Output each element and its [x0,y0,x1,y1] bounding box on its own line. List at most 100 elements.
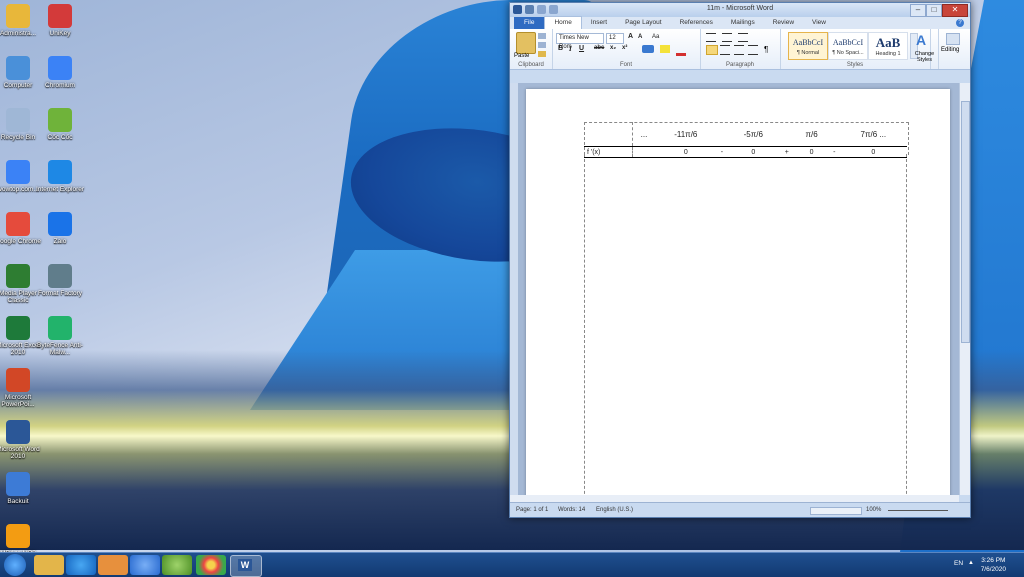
sign-table[interactable]: ... -11π/6 -5π/6 π/6 7π/6 ... f '(x) 0 -… [584,122,907,158]
desktop-icon[interactable]: ByteFence Anti-Malw... [34,316,86,356]
style-normal[interactable]: AaBbCcI ¶ Normal [788,32,828,60]
editing-button[interactable]: Editing [941,47,959,53]
excel-icon [6,316,30,340]
table-cell[interactable]: -5π/6 [727,122,780,147]
font-name-box[interactable]: Times New Rom [556,33,604,50]
table-cell[interactable]: -11π/6 [655,122,717,147]
desktop-icon[interactable]: MP4 to MP3 Converter [0,524,44,552]
align-left-icon[interactable] [706,45,718,55]
desktop-icon[interactable]: Internet Explorer [34,160,86,193]
tab-mailings[interactable]: Mailings [722,17,764,29]
coccoc-taskbar-icon[interactable] [162,555,192,575]
strikethrough-button[interactable]: abc [594,45,604,51]
tab-page-layout[interactable]: Page Layout [616,17,671,29]
tab-file[interactable]: File [514,17,545,29]
table-cell[interactable]: 7π/6 ... [839,122,907,147]
grow-font-button[interactable]: A [628,33,633,40]
paragraph-group-label: Paragraph [725,62,755,68]
table-cell[interactable] [584,122,633,147]
view-buttons[interactable] [810,507,862,515]
desktop-icon[interactable]: Microsoft PowerPoi... [0,368,44,408]
desktop-icon[interactable]: Chromium [34,56,86,89]
find-icon[interactable] [946,33,960,45]
start-button[interactable] [4,554,26,576]
format-painter-icon[interactable] [538,51,546,57]
desktop-icon[interactable]: Backuit [0,472,44,505]
maximize-button[interactable]: □ [926,4,942,17]
powerpoint-icon [6,368,30,392]
zalo-icon [48,212,72,236]
table-cell[interactable] [716,122,728,147]
cut-icon[interactable] [538,33,546,39]
underline-button[interactable]: U [579,45,584,52]
table-cell[interactable]: ... [632,122,655,147]
bullets-icon[interactable] [706,33,716,42]
tab-view[interactable]: View [803,17,835,29]
zoom-slider[interactable] [888,510,948,511]
page-count[interactable]: Page: 1 of 1 [516,507,548,513]
subscript-button[interactable]: x₂ [610,45,616,51]
close-button[interactable]: ✕ [942,4,968,17]
style-no-spacing[interactable]: AaBbCcI ¶ No Spaci... [828,32,868,60]
language-indicator[interactable]: EN [954,560,963,567]
horizontal-scrollbar[interactable] [510,495,959,502]
desktop-icon[interactable]: UniKey [34,4,86,37]
style-heading-1-sample: AaB [875,35,901,50]
shrink-font-button[interactable]: A [638,34,642,40]
style-heading-1-label: Heading 1 [875,51,901,57]
change-case-button[interactable]: Aa [652,34,659,40]
table-cell[interactable] [828,122,840,147]
unikey-icon [48,4,72,28]
word-taskbar-icon[interactable]: W [230,555,262,577]
show-marks-icon[interactable]: ¶ [764,45,768,54]
font-size-box[interactable]: 12 [606,33,624,44]
italic-button[interactable]: I [569,45,572,53]
tray-arrow-icon[interactable]: ▲ [968,560,974,566]
copy-icon[interactable] [538,42,546,48]
desktop-icon[interactable]: Microsoft Word 2010 [0,420,44,460]
document-page[interactable]: ... -11π/6 -5π/6 π/6 7π/6 ... f '(x) 0 -… [526,89,950,495]
table-cell[interactable]: π/6 [794,122,829,147]
desktop-icon[interactable]: Zalo [34,212,86,245]
numbering-icon[interactable] [722,33,732,42]
minimize-button[interactable]: – [910,4,926,17]
desktop-icon[interactable]: Format Factory [34,264,86,297]
chrome-taskbar-icon[interactable] [196,555,226,575]
tab-home[interactable]: Home [544,16,582,29]
style-heading-1[interactable]: AaB Heading 1 [868,32,908,60]
align-center-icon[interactable] [720,45,730,55]
language-indicator[interactable]: English (U.S.) [596,507,633,513]
align-right-icon[interactable] [734,45,744,55]
explorer-taskbar-icon[interactable] [34,555,64,575]
font-color-icon[interactable] [676,45,686,56]
highlight-icon[interactable] [660,45,670,53]
tab-review[interactable]: Review [764,17,803,29]
multilevel-list-icon[interactable] [738,33,748,42]
tab-references[interactable]: References [671,17,722,29]
desktop-icon[interactable]: Cốc Cốc [34,108,86,141]
change-styles-button[interactable]: Change Styles [911,51,938,63]
help-icon[interactable]: ? [956,19,964,27]
vertical-ruler [510,83,518,495]
media-player-taskbar-icon[interactable] [98,555,128,575]
justify-icon[interactable] [748,45,758,55]
zoom-level[interactable]: 100% [866,507,881,513]
paste-icon[interactable] [516,32,536,54]
scrollbar-thumb[interactable] [961,101,970,343]
text-effects-icon[interactable] [642,45,654,53]
clock[interactable]: 3:26 PM 7/6/2020 [981,556,1006,574]
clipboard-group-label: Clipboard [518,62,544,68]
chromium-taskbar-icon[interactable] [130,555,160,575]
change-styles-icon[interactable]: A [916,32,926,48]
vertical-scrollbar[interactable] [959,83,970,495]
table-cell[interactable] [779,122,795,147]
bold-button[interactable]: B [558,45,563,52]
superscript-button[interactable]: x² [622,45,627,51]
chrome-icon [6,212,30,236]
word-count[interactable]: Words: 14 [558,507,585,513]
tab-insert[interactable]: Insert [582,17,616,29]
style-no-spacing-sample: AaBbCcI [832,38,864,47]
title-bar[interactable]: 11m - Microsoft Word – □ ✕ [510,3,970,17]
ie-taskbar-icon[interactable] [66,555,96,575]
paste-button[interactable]: Paste [514,53,529,59]
